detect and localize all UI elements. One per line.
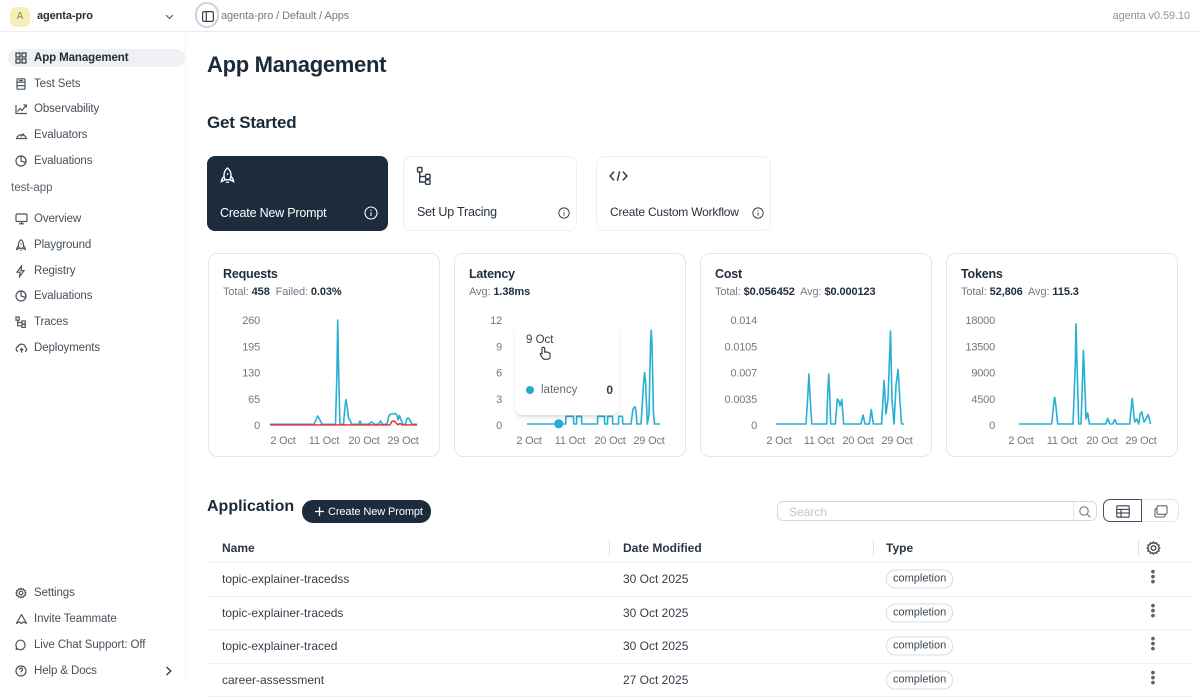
svg-text:4500: 4500 <box>971 394 995 406</box>
svg-text:13500: 13500 <box>965 341 995 353</box>
svg-text:0.0105: 0.0105 <box>725 341 758 353</box>
svg-text:29 Oct: 29 Oct <box>1125 435 1156 447</box>
svg-text:2 Oct: 2 Oct <box>516 435 541 447</box>
svg-text:0: 0 <box>254 420 260 432</box>
svg-text:29 Oct: 29 Oct <box>387 435 418 447</box>
svg-text:0.007: 0.007 <box>730 368 757 380</box>
svg-text:0.014: 0.014 <box>730 315 757 327</box>
svg-text:29 Oct: 29 Oct <box>881 435 912 447</box>
svg-text:6: 6 <box>496 368 502 380</box>
svg-text:2 Oct: 2 Oct <box>270 435 295 447</box>
svg-text:20 Oct: 20 Oct <box>1086 435 1117 447</box>
svg-text:0.0035: 0.0035 <box>725 394 758 406</box>
svg-text:20 Oct: 20 Oct <box>842 435 873 447</box>
svg-text:0: 0 <box>989 420 995 432</box>
svg-text:9: 9 <box>496 341 502 353</box>
svg-text:9000: 9000 <box>971 368 995 380</box>
svg-text:12: 12 <box>490 315 502 327</box>
svg-text:11 Oct: 11 Oct <box>555 435 586 447</box>
svg-text:11 Oct: 11 Oct <box>804 435 835 447</box>
svg-text:195: 195 <box>242 341 260 353</box>
svg-text:29 Oct: 29 Oct <box>633 435 664 447</box>
svg-text:18000: 18000 <box>965 315 995 327</box>
svg-text:11 Oct: 11 Oct <box>309 435 340 447</box>
svg-text:260: 260 <box>242 315 260 327</box>
svg-text:20 Oct: 20 Oct <box>348 435 379 447</box>
svg-text:65: 65 <box>248 394 260 406</box>
svg-text:130: 130 <box>242 368 260 380</box>
svg-text:2 Oct: 2 Oct <box>1008 435 1033 447</box>
svg-text:0: 0 <box>751 420 757 432</box>
svg-text:0: 0 <box>496 420 502 432</box>
svg-text:20 Oct: 20 Oct <box>594 435 625 447</box>
svg-text:2 Oct: 2 Oct <box>766 435 791 447</box>
svg-text:11 Oct: 11 Oct <box>1047 435 1078 447</box>
svg-text:3: 3 <box>496 394 502 406</box>
